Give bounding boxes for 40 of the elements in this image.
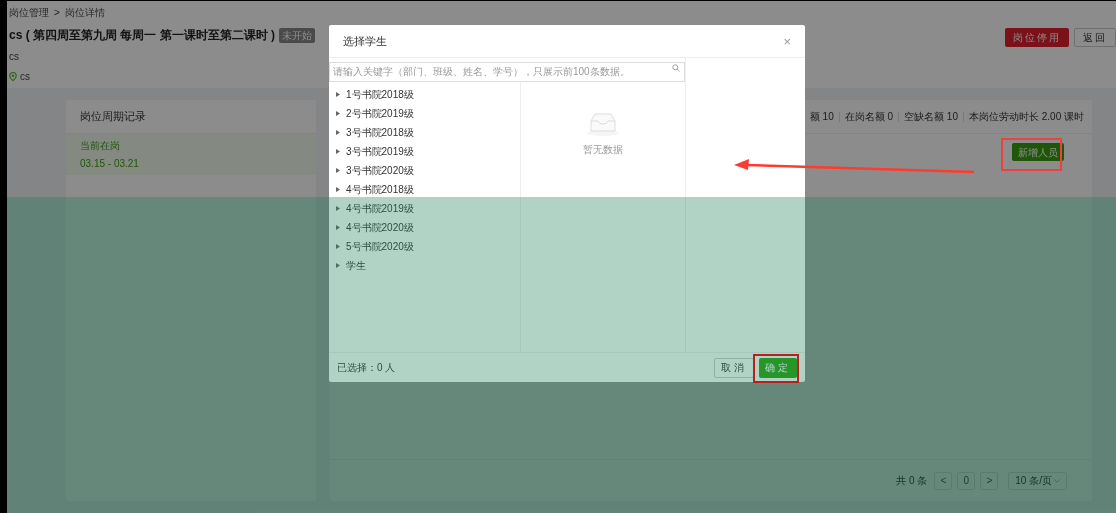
page-size-select[interactable]: 10 条/页 bbox=[1008, 471, 1067, 490]
location-text: cs bbox=[20, 70, 30, 84]
page-button[interactable]: 0 bbox=[957, 471, 976, 490]
tree-item[interactable]: 5号书院2020级 bbox=[329, 237, 520, 256]
empty-text: 暂无数据 bbox=[583, 143, 623, 157]
header-button[interactable]: 岗位停用 bbox=[1005, 28, 1069, 47]
empty-box-icon bbox=[586, 112, 620, 136]
tree-item[interactable]: 1号书院2018级 bbox=[329, 85, 520, 104]
tree-item[interactable]: 3号书院2019级 bbox=[329, 142, 520, 161]
stat-text: 空缺名额 10 bbox=[904, 110, 958, 124]
breadcrumb-link[interactable]: 岗位详情 bbox=[64, 5, 105, 20]
stat-text: 本岗位劳动时长 2.00 课时 bbox=[968, 110, 1084, 124]
cancel-button[interactable]: 取消 bbox=[714, 357, 754, 378]
header-button[interactable]: 返回 bbox=[1074, 28, 1116, 47]
close-button[interactable]: × bbox=[783, 34, 791, 48]
annotation-box bbox=[1001, 138, 1062, 171]
prev-page-button[interactable]: < bbox=[934, 471, 953, 490]
tree-item[interactable]: 3号书院2020级 bbox=[329, 161, 520, 180]
tree-item[interactable]: 2号书院2019级 bbox=[329, 104, 520, 123]
tree-item[interactable]: 4号书院2019级 bbox=[329, 199, 520, 218]
chevron-down-icon bbox=[1054, 478, 1060, 483]
breadcrumb-separator: > bbox=[54, 6, 60, 20]
page-title: cs ( 第四周至第九周 每周一 第一课时至第二课时 ) bbox=[9, 27, 275, 44]
search-icon bbox=[672, 64, 680, 72]
location-icon bbox=[9, 72, 17, 81]
tree-item[interactable]: 学生 bbox=[329, 256, 520, 275]
search-field[interactable]: 请输入关键字（部门、班级、姓名、学号），只展示前100条数据。 bbox=[329, 61, 685, 82]
dialog-title: 选择学生 bbox=[343, 33, 387, 49]
stat-text: 额 10 bbox=[809, 110, 834, 124]
total-count: 共 0 条 bbox=[896, 474, 928, 488]
breadcrumb-link[interactable]: 岗位管理 bbox=[9, 5, 49, 20]
add-member-button[interactable]: 新增人员 bbox=[1012, 143, 1064, 161]
tree-item[interactable]: 3号书院2018级 bbox=[329, 123, 520, 142]
stat-text: 在岗名额 0 bbox=[844, 110, 894, 124]
tree-item[interactable]: 4号书院2018级 bbox=[329, 180, 520, 199]
selected-count: 已选择：0 人 bbox=[337, 361, 396, 375]
annotation-box bbox=[753, 354, 799, 383]
subtitle: cs bbox=[9, 50, 19, 64]
next-page-button[interactable]: > bbox=[980, 471, 999, 490]
tree-item[interactable]: 4号书院2020级 bbox=[329, 218, 520, 237]
